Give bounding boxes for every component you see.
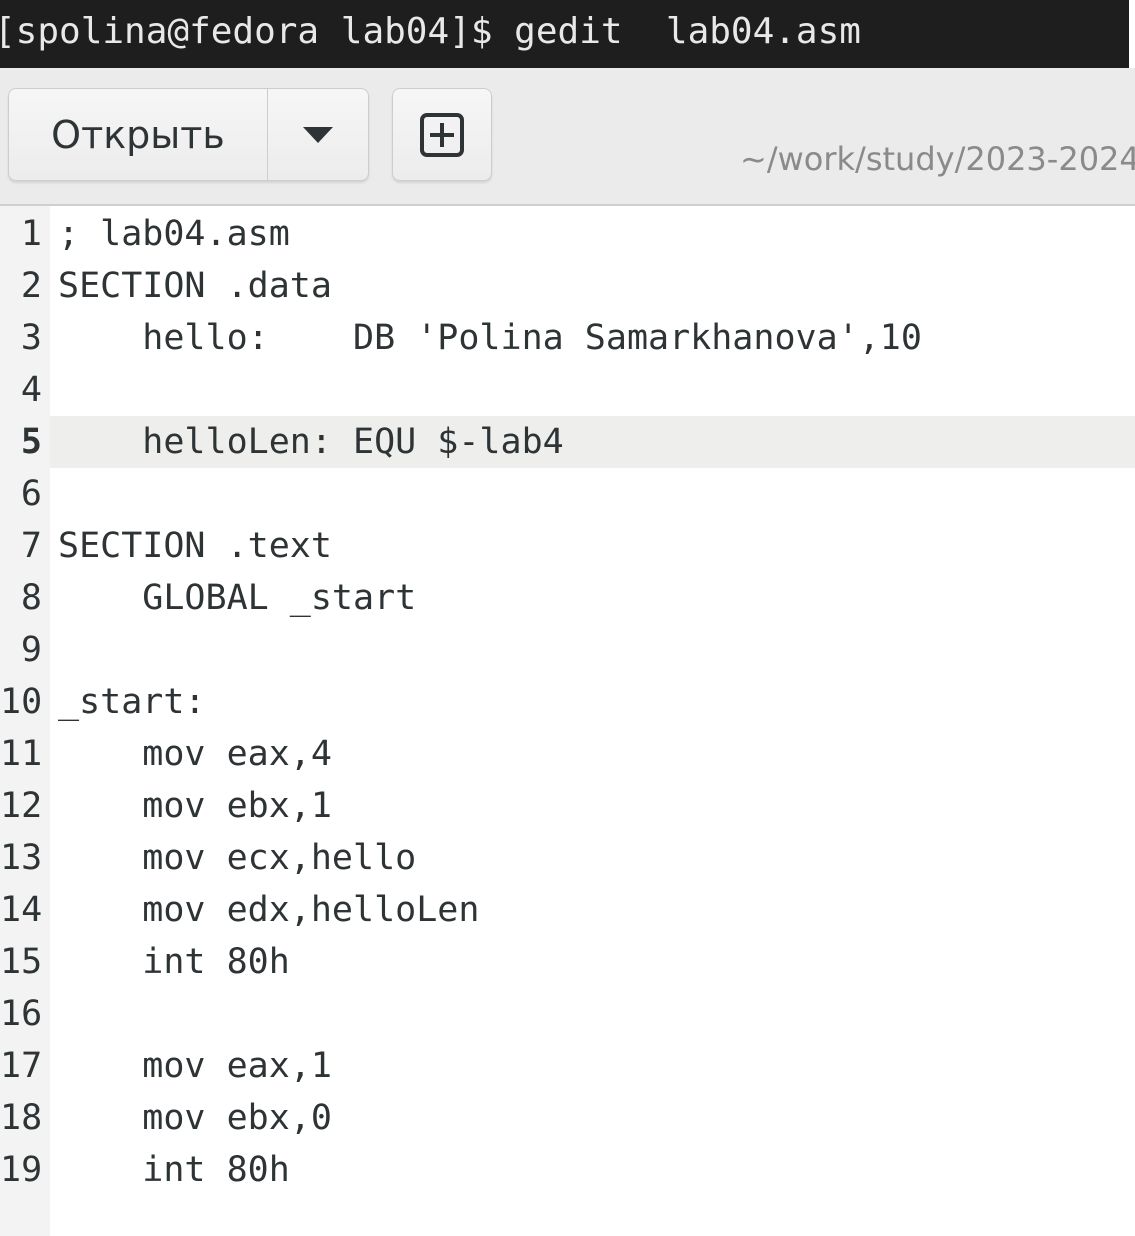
code-line[interactable]: 17 mov eax,1	[0, 1040, 1135, 1092]
line-number: 9	[20, 630, 42, 670]
line-code-text[interactable]: mov ecx,hello	[58, 832, 416, 884]
code-line[interactable]: 2 SECTION .data	[0, 260, 1135, 312]
line-number: 6	[20, 474, 42, 514]
line-number: 2	[20, 266, 42, 306]
line-number: 15	[0, 942, 43, 982]
line-number: 7	[20, 526, 42, 566]
code-line[interactable]: 19 int 80h	[0, 1144, 1135, 1196]
line-number: 5	[20, 422, 42, 462]
line-code-text[interactable]: ; lab04.asm	[58, 208, 290, 260]
line-code-text[interactable]: SECTION .data	[58, 260, 332, 312]
code-line[interactable]: 8 GLOBAL _start	[0, 572, 1135, 624]
open-menu-button[interactable]	[268, 89, 368, 180]
code-line[interactable]: 3 hello: DB 'Polina Samarkhanova',10	[0, 312, 1135, 364]
code-line[interactable]: 5 helloLen: EQU $-lab4	[0, 416, 1135, 468]
code-line[interactable]: 9	[0, 624, 1135, 676]
line-number: 16	[0, 994, 43, 1034]
code-line[interactable]: 13 mov ecx,hello	[0, 832, 1135, 884]
line-code-text[interactable]: mov ebx,1	[58, 780, 332, 832]
line-number: 11	[0, 734, 43, 774]
line-code-text[interactable]: mov eax,4	[58, 728, 332, 780]
line-code-text[interactable]: mov edx,helloLen	[58, 884, 479, 936]
text-editor[interactable]: 1; lab04.asm 2 SECTION .data 3 hello: DB 'P…	[0, 206, 1135, 1236]
line-number: 13	[0, 838, 43, 878]
line-number: 10	[0, 682, 43, 722]
open-button[interactable]: Открыть	[9, 89, 268, 180]
gedit-headerbar: Открыть ~/work/study/2023-2024	[0, 68, 1135, 206]
line-number: 12	[0, 786, 43, 826]
line-code-text[interactable]: SECTION .text	[58, 520, 332, 572]
code-line[interactable]: 15 int 80h	[0, 936, 1135, 988]
line-code-text[interactable]: GLOBAL _start	[58, 572, 416, 624]
line-number: 8	[20, 578, 42, 618]
code-line[interactable]: 6	[0, 468, 1135, 520]
new-document-icon	[420, 112, 464, 157]
new-tab-button[interactable]	[392, 88, 492, 181]
line-code-text[interactable]: helloLen: EQU $-lab4	[58, 416, 563, 468]
line-code-text[interactable]: hello: DB 'Polina Samarkhanova',10	[58, 312, 922, 364]
code-line[interactable]: 16	[0, 988, 1135, 1040]
line-number: 3	[20, 318, 42, 358]
code-line[interactable]: 11 mov eax,4	[0, 728, 1135, 780]
code-line[interactable]: 4	[0, 364, 1135, 416]
code-line[interactable]: 14 mov edx,helloLen	[0, 884, 1135, 936]
open-button-group: Открыть	[8, 88, 369, 181]
line-number: 19	[0, 1150, 43, 1190]
terminal-command-line: [spolina@fedora lab04]$ gedit lab04.asm	[0, 0, 1129, 68]
line-code-text[interactable]: _start:	[58, 676, 206, 728]
line-code-text[interactable]: int 80h	[58, 936, 290, 988]
line-number: 18	[0, 1098, 43, 1138]
code-line[interactable]: 1 ; lab04.asm	[0, 208, 1135, 260]
line-number: 1	[20, 214, 42, 254]
line-code-text[interactable]: mov ebx,0	[58, 1092, 332, 1144]
code-line[interactable]: 7 SECTION .text	[0, 520, 1135, 572]
line-number: 14	[0, 890, 43, 930]
line-number: 4	[20, 370, 42, 410]
window-subtitle-path: ~/work/study/2023-2024	[740, 140, 1135, 178]
line-number: 17	[0, 1046, 43, 1086]
line-code-text[interactable]: mov eax,1	[58, 1040, 332, 1092]
line-code-text[interactable]: int 80h	[58, 1144, 290, 1196]
code-line[interactable]: 10 _start:	[0, 676, 1135, 728]
code-line[interactable]: 18 mov ebx,0	[0, 1092, 1135, 1144]
code-line[interactable]: 12 mov ebx,1	[0, 780, 1135, 832]
chevron-down-icon	[303, 126, 333, 143]
